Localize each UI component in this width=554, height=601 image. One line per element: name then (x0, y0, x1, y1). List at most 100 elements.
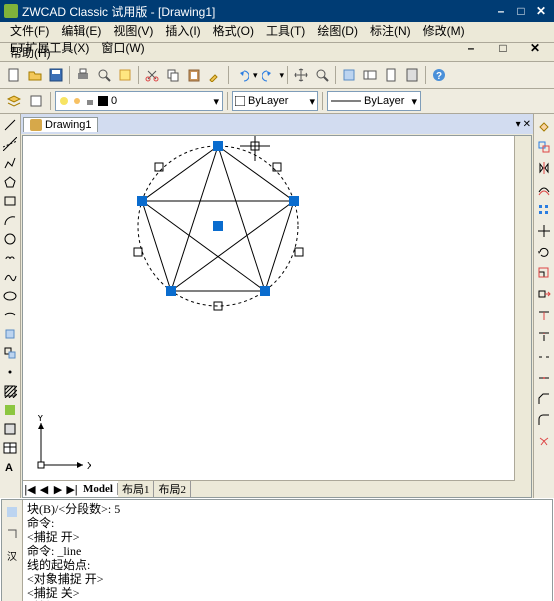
new-button[interactable] (4, 65, 24, 85)
offset-tool[interactable] (534, 179, 554, 199)
layer-props-button[interactable] (4, 91, 24, 111)
mirror-tool[interactable] (534, 158, 554, 178)
array-tool[interactable] (534, 200, 554, 220)
tab-nav-prev[interactable]: ◀ (37, 483, 51, 496)
scale-tool[interactable] (534, 263, 554, 283)
gradient-tool[interactable] (1, 401, 19, 419)
erase-tool[interactable] (534, 116, 554, 136)
menu-draw[interactable]: 绘图(D) (311, 22, 364, 39)
layer-dropdown[interactable]: 0 ▾ (55, 91, 223, 111)
menu-window[interactable]: 窗口(W) (95, 39, 150, 56)
table-tool[interactable] (1, 439, 19, 457)
maximize-button[interactable]: □ (512, 4, 530, 18)
match-prop-button[interactable] (205, 65, 225, 85)
drawing-canvas[interactable]: X Y |◀ ◀ ▶ ▶| Model 布局1 布局2 (22, 135, 532, 498)
cmd-tool-3[interactable]: 汉 (2, 546, 22, 566)
menu-help[interactable]: 帮助(H) (4, 44, 57, 61)
copy-tool[interactable] (534, 137, 554, 157)
horizontal-scrollbar[interactable]: |◀ ◀ ▶ ▶| Model 布局1 布局2 (23, 480, 515, 497)
mtext-tool[interactable]: A (1, 458, 19, 476)
linetype-dropdown[interactable]: ByLayer ▾ (327, 91, 421, 111)
command-history[interactable]: 块(B)/<分段数>: 5命令:<捕捉 开>命令: _line线的起始点:<对象… (23, 500, 552, 601)
publish-button[interactable] (115, 65, 135, 85)
extend-tool[interactable] (534, 326, 554, 346)
zoom-button[interactable] (312, 65, 332, 85)
copy-button[interactable] (163, 65, 183, 85)
tab-pin-icon[interactable]: ▾ (516, 119, 521, 130)
ellipse-tool[interactable] (1, 287, 19, 305)
circle-tool[interactable] (1, 230, 19, 248)
vertical-scrollbar[interactable] (514, 136, 531, 481)
redo-dropdown[interactable]: ▾ (280, 70, 285, 81)
arc-tool[interactable] (1, 211, 19, 229)
menu-insert[interactable]: 插入(I) (159, 22, 206, 39)
menu-view[interactable]: 视图(V) (107, 22, 159, 39)
undo-button[interactable] (232, 65, 252, 85)
region-tool[interactable] (1, 420, 19, 438)
color-dropdown[interactable]: ByLayer ▾ (232, 91, 318, 111)
chamfer-tool[interactable] (534, 389, 554, 409)
undo-dropdown[interactable]: ▾ (253, 70, 258, 81)
menu-modify[interactable]: 修改(M) (417, 22, 471, 39)
design-center-button[interactable] (360, 65, 380, 85)
redo-button[interactable] (259, 65, 279, 85)
paste-button[interactable] (184, 65, 204, 85)
insert-block-tool[interactable] (1, 325, 19, 343)
preview-button[interactable] (94, 65, 114, 85)
hatch-tool[interactable] (1, 382, 19, 400)
properties-button[interactable] (339, 65, 359, 85)
command-left-toolbar: 汉 (2, 500, 23, 601)
dropdown-arrow-icon: ▾ (411, 95, 417, 108)
sheet-tab-layout1[interactable]: 布局1 (118, 481, 155, 497)
spline-tool[interactable] (1, 268, 19, 286)
line-tool[interactable] (1, 116, 19, 134)
menu-dimension[interactable]: 标注(N) (364, 22, 417, 39)
fillet-tool[interactable] (534, 410, 554, 430)
open-button[interactable] (25, 65, 45, 85)
ellipse-arc-tool[interactable] (1, 306, 19, 324)
print-button[interactable] (73, 65, 93, 85)
sheet-tab-model[interactable]: Model (79, 483, 118, 495)
tab-controls: ▾ ✕ (516, 119, 531, 130)
pan-button[interactable] (291, 65, 311, 85)
xline-tool[interactable] (1, 135, 19, 153)
join-tool[interactable] (534, 368, 554, 388)
move-tool[interactable] (534, 221, 554, 241)
mdi-close-button[interactable]: ✕ (520, 41, 550, 55)
menu-edit[interactable]: 编辑(E) (55, 22, 107, 39)
explode-tool[interactable] (534, 431, 554, 451)
make-block-tool[interactable] (1, 344, 19, 362)
polyline-tool[interactable] (1, 154, 19, 172)
trim-tool[interactable] (534, 305, 554, 325)
minimize-button[interactable]: – (492, 4, 510, 18)
calculator-button[interactable] (402, 65, 422, 85)
layer-filter-button[interactable] (26, 91, 46, 111)
tab-nav-next[interactable]: ▶ (51, 483, 65, 496)
rotate-tool[interactable] (534, 242, 554, 262)
close-button[interactable]: ✕ (532, 4, 550, 18)
mdi-maximize-button[interactable]: □ (488, 41, 518, 55)
save-button[interactable] (46, 65, 66, 85)
help-button[interactable]: ? (429, 65, 449, 85)
cut-button[interactable] (142, 65, 162, 85)
revcloud-tool[interactable] (1, 249, 19, 267)
doc-tab-drawing1[interactable]: Drawing1 (23, 117, 98, 132)
menu-format[interactable]: 格式(O) (207, 22, 260, 39)
rectangle-tool[interactable] (1, 192, 19, 210)
command-history-line: 命令: _line (27, 544, 548, 558)
point-tool[interactable] (1, 363, 19, 381)
tool-palette-button[interactable] (381, 65, 401, 85)
menu-tools[interactable]: 工具(T) (260, 22, 311, 39)
mdi-minimize-button[interactable]: – (456, 41, 486, 55)
sheet-tab-layout2[interactable]: 布局2 (154, 481, 191, 497)
polygon-tool[interactable] (1, 173, 19, 191)
menu-file[interactable]: 文件(F) (4, 22, 55, 39)
cmd-tool-2[interactable] (2, 524, 22, 544)
break-tool[interactable] (534, 347, 554, 367)
tab-close-icon[interactable]: ✕ (523, 119, 531, 130)
cmd-tool-1[interactable] (2, 502, 22, 522)
color-icon (98, 96, 108, 106)
stretch-tool[interactable] (534, 284, 554, 304)
tab-nav-first[interactable]: |◀ (23, 483, 37, 496)
tab-nav-last[interactable]: ▶| (65, 483, 79, 496)
